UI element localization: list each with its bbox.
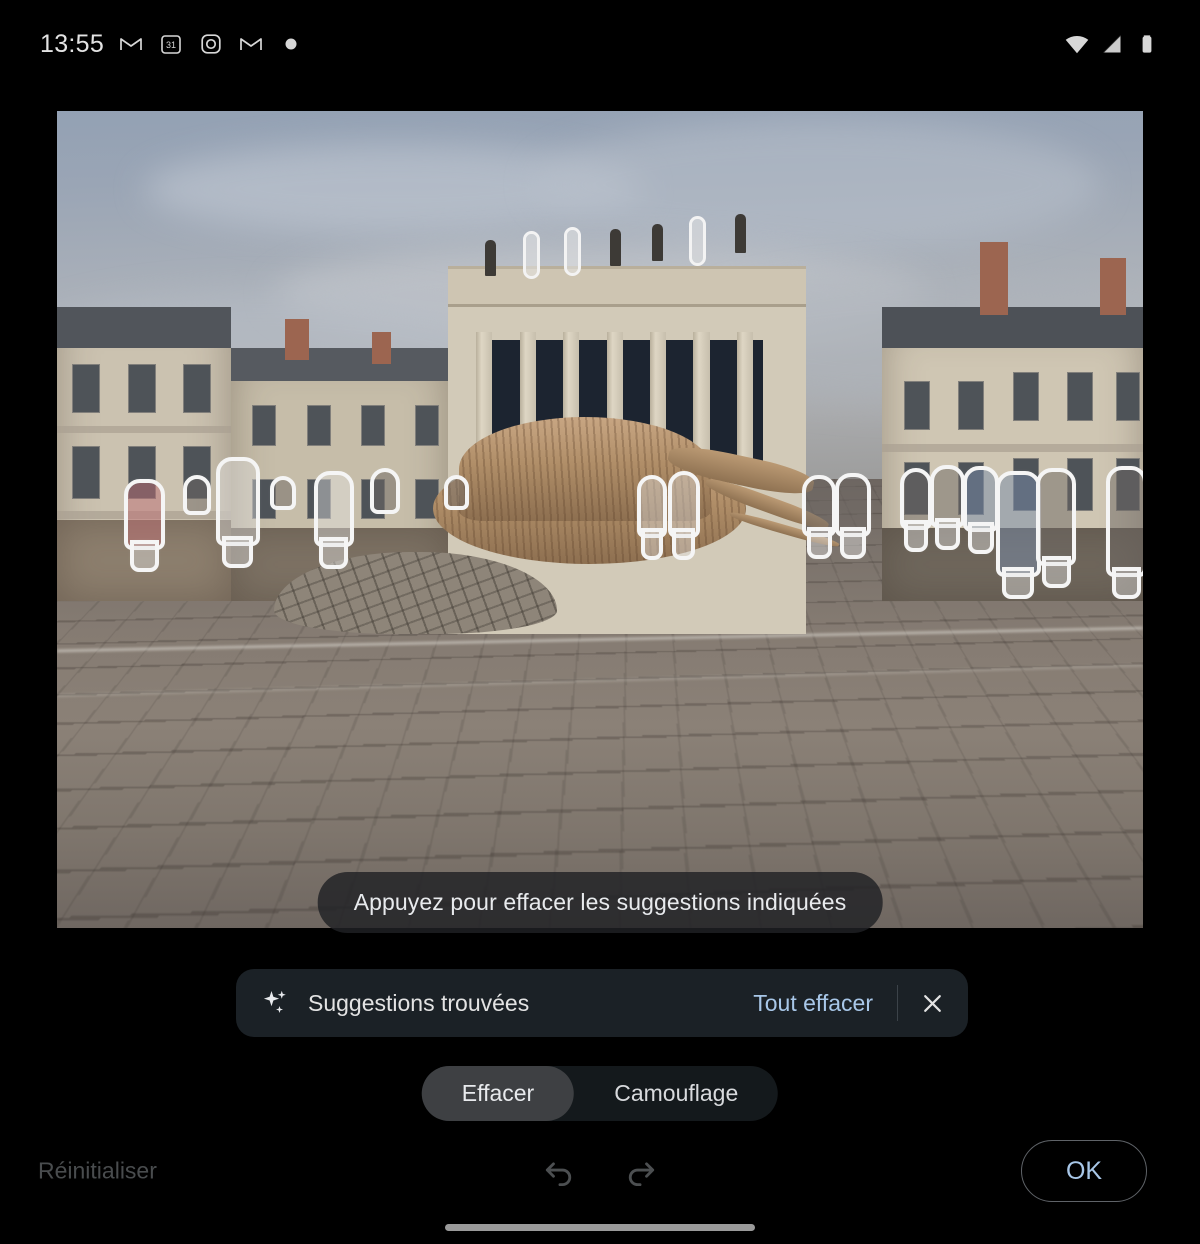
window	[306, 405, 331, 446]
close-suggestions-button[interactable]	[904, 975, 960, 1031]
photo-canvas[interactable]	[57, 111, 1143, 928]
person-selection[interactable]	[802, 474, 837, 559]
chimney	[285, 319, 309, 361]
window	[1012, 372, 1039, 422]
roof-statue	[652, 223, 664, 262]
roof-statue	[484, 240, 496, 277]
person-selection[interactable]	[667, 471, 700, 560]
close-icon	[923, 994, 941, 1012]
mode-button-camouflage[interactable]: Camouflage	[574, 1066, 778, 1121]
chimney	[980, 241, 1009, 316]
reset-button[interactable]: Réinitialiser	[26, 1148, 169, 1195]
suggestions-bar: Suggestions trouvées Tout effacer	[236, 969, 968, 1037]
undo-button[interactable]	[536, 1148, 582, 1194]
battery-icon	[1134, 31, 1160, 57]
clear-all-button[interactable]: Tout effacer	[735, 982, 891, 1025]
status-bar-right	[1064, 31, 1160, 57]
roof-statue-selected	[564, 227, 582, 276]
roof-statue-selected	[689, 215, 707, 266]
window	[958, 380, 985, 430]
sparkle-icon	[260, 988, 290, 1018]
cornice	[882, 444, 1143, 452]
photo-preview[interactable]	[57, 111, 1143, 928]
person-selection[interactable]	[834, 473, 872, 558]
person-selection[interactable]	[637, 474, 667, 560]
window	[252, 478, 277, 520]
person-selection[interactable]	[183, 474, 211, 516]
mode-toggle: Effacer Camouflage	[421, 1066, 779, 1121]
window	[1115, 372, 1140, 422]
bottom-action-bar: Réinitialiser OK	[0, 1135, 1200, 1207]
window	[904, 380, 931, 430]
person-selection[interactable]	[313, 470, 355, 569]
roof	[230, 347, 448, 381]
person-selection[interactable]	[123, 478, 166, 573]
gmail-icon-2	[238, 31, 264, 57]
window	[1066, 372, 1094, 422]
status-clock: 13:55	[40, 29, 105, 58]
chimney	[371, 331, 392, 365]
window	[72, 445, 101, 500]
window	[361, 405, 385, 446]
status-bar-left: 13:55 31	[40, 30, 304, 59]
calendar-icon: 31	[158, 31, 184, 57]
window	[127, 364, 156, 414]
svg-text:31: 31	[166, 40, 176, 50]
window	[72, 364, 101, 414]
suggestions-divider	[897, 985, 898, 1021]
ok-button[interactable]: OK	[1021, 1140, 1147, 1202]
person-selection[interactable]	[1035, 468, 1077, 588]
cornice	[57, 425, 231, 433]
person-selection[interactable]	[215, 456, 260, 568]
status-bar: 13:55 31	[0, 0, 1200, 88]
cellular-signal-icon	[1099, 31, 1125, 57]
person-selection[interactable]	[270, 476, 296, 511]
wifi-icon	[1064, 31, 1090, 57]
gmail-icon	[118, 31, 144, 57]
person-selection[interactable]	[1106, 466, 1143, 599]
person-selection[interactable]	[443, 474, 470, 511]
window	[182, 364, 212, 414]
window	[252, 405, 277, 446]
person-selection[interactable]	[370, 468, 400, 514]
chimney	[1099, 258, 1126, 316]
person-selection[interactable]	[963, 466, 1000, 554]
roof-statue-selected	[523, 230, 541, 280]
person-selection[interactable]	[930, 464, 965, 550]
redo-button[interactable]	[618, 1148, 664, 1194]
history-controls	[536, 1148, 664, 1194]
home-indicator[interactable]	[445, 1224, 755, 1231]
mode-button-erase[interactable]: Effacer	[421, 1066, 575, 1121]
undo-icon	[545, 1162, 572, 1187]
person-selection[interactable]	[900, 468, 932, 552]
more-notifications-dot-icon	[278, 31, 304, 57]
person-selection[interactable]	[995, 471, 1041, 600]
suggestions-label: Suggestions trouvées	[308, 989, 530, 1016]
redo-icon	[628, 1162, 655, 1187]
erase-hint-toast: Appuyez pour effacer les suggestions ind…	[317, 872, 883, 933]
roof	[57, 307, 231, 348]
instagram-icon	[198, 31, 224, 57]
roof-statue	[609, 228, 621, 267]
theatre-entablature	[447, 266, 807, 307]
roof-statue	[734, 213, 746, 254]
